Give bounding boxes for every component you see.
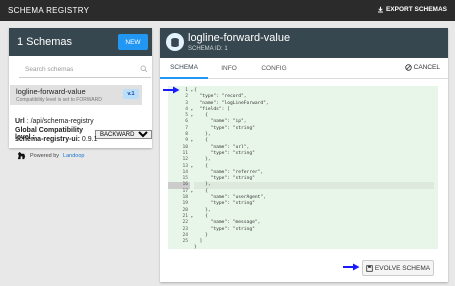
schema-detail-panel: logline-forward-value SCHEMA ID: 1 SCHEM… [160, 28, 448, 282]
schema-count: 1 Schemas [17, 36, 73, 48]
export-schemas-label: EXPORT SCHEMAS [385, 6, 447, 13]
top-bar: SCHEMA REGISTRY EXPORT SCHEMAS [0, 0, 455, 21]
landoop-logo-icon [17, 151, 26, 160]
fold-toggle-icon[interactable]: ▾ [191, 138, 193, 144]
fold-toggle-icon[interactable]: ▾ [191, 164, 193, 170]
tab-config[interactable]: CONFIG [250, 58, 298, 79]
pointer-arrow-icon [163, 86, 180, 94]
url-value: : /api/schema-registry [26, 118, 94, 125]
new-schema-button[interactable]: NEW [118, 34, 148, 50]
cancel-icon [404, 64, 412, 71]
schema-detail-header: logline-forward-value SCHEMA ID: 1 [160, 28, 448, 58]
tab-info[interactable]: INFO [208, 58, 250, 79]
evolve-schema-label: EVOLVE SCHEMA [374, 264, 431, 272]
schemas-panel-header: 1 Schemas NEW [9, 28, 152, 56]
version-badge: v.1 [123, 89, 139, 99]
fold-toggle-icon[interactable]: ▾ [191, 189, 193, 195]
tab-schema[interactable]: SCHEMA [160, 58, 208, 79]
detail-tabs: SCHEMA INFO CONFIG CANCEL [160, 58, 448, 79]
app-title: SCHEMA REGISTRY [8, 6, 90, 15]
line-number: 25 [182, 239, 188, 245]
powered-by: Powered by Landoop [17, 151, 84, 160]
pointer-arrow-icon [343, 263, 360, 271]
fold-toggle-icon[interactable]: ▾ [191, 113, 193, 119]
database-icon [166, 33, 184, 51]
editor-code: { "type": "record", "name": "logLineForw… [194, 88, 434, 252]
fold-toggle-icon[interactable]: ▾ [191, 88, 193, 94]
search-icon [140, 65, 148, 73]
schema-list-item[interactable]: logline-forward-value Compatibility leve… [10, 85, 142, 105]
search-input[interactable]: Search schemas [19, 64, 151, 78]
registry-info-panel: Url : /api/schema-registry Global Compat… [9, 113, 152, 147]
evolve-schema-button[interactable]: EVOLVE SCHEMA [362, 260, 434, 276]
editor-gutter: 1 ▾ 2 3 4 ▾ 5 ▾ 6 7 8 9 ▾ 10 11 12 13 ▾ 14 15 16 17 ▾ 18 19 20 21 ▾… [168, 88, 193, 246]
landoop-link[interactable]: Landoop [63, 153, 84, 159]
code-line: } [194, 245, 197, 251]
download-icon [378, 6, 383, 13]
export-schemas-button[interactable]: EXPORT SCHEMAS [377, 6, 447, 13]
schema-editor[interactable]: 1 ▾ 2 3 4 ▾ 5 ▾ 6 7 8 9 ▾ 10 11 12 13 ▾ 14 15 16 17 ▾ 18 19 20 21 ▾… [168, 86, 438, 252]
search-placeholder: Search schemas [25, 66, 74, 73]
ui-version: schema-registry-ui: 0.9.1 [15, 136, 98, 143]
version-value: 0.9.1 [81, 136, 98, 143]
save-icon [366, 264, 373, 272]
version-label: schema-registry-ui: [15, 136, 80, 143]
powered-by-label: Powered by [30, 152, 60, 159]
fold-toggle-icon[interactable]: ▾ [191, 214, 193, 220]
subject-title: logline-forward-value [188, 32, 291, 44]
cancel-label: CANCEL [413, 64, 440, 71]
schema-item-name: logline-forward-value [16, 87, 86, 96]
url-label: Url [15, 118, 25, 125]
cancel-button[interactable]: CANCEL [404, 64, 440, 71]
schema-id: SCHEMA ID: 1 [188, 46, 228, 52]
compatibility-select[interactable]: BACKWARD [95, 129, 152, 139]
registry-url: Url : /api/schema-registry [15, 118, 94, 125]
schema-item-subtitle: Compatibility level is set to FORWARD [16, 97, 102, 103]
